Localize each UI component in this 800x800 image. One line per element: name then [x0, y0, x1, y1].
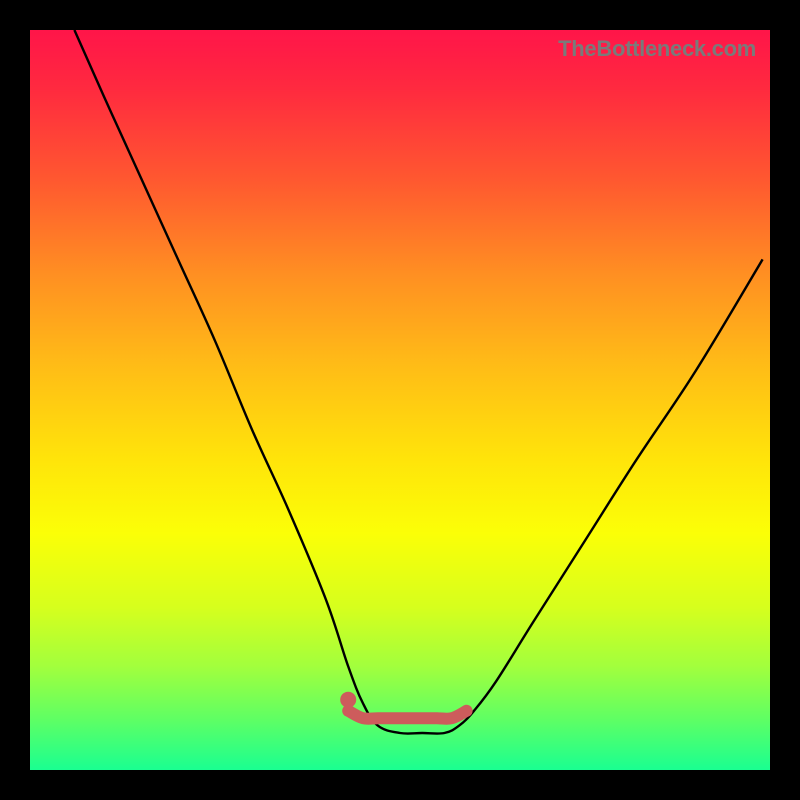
marker-band — [348, 711, 466, 719]
marker-dot — [340, 692, 356, 708]
curve-line — [74, 30, 762, 734]
chart-svg — [30, 30, 770, 770]
plot-area: TheBottleneck.com — [30, 30, 770, 770]
chart-frame: TheBottleneck.com — [0, 0, 800, 800]
